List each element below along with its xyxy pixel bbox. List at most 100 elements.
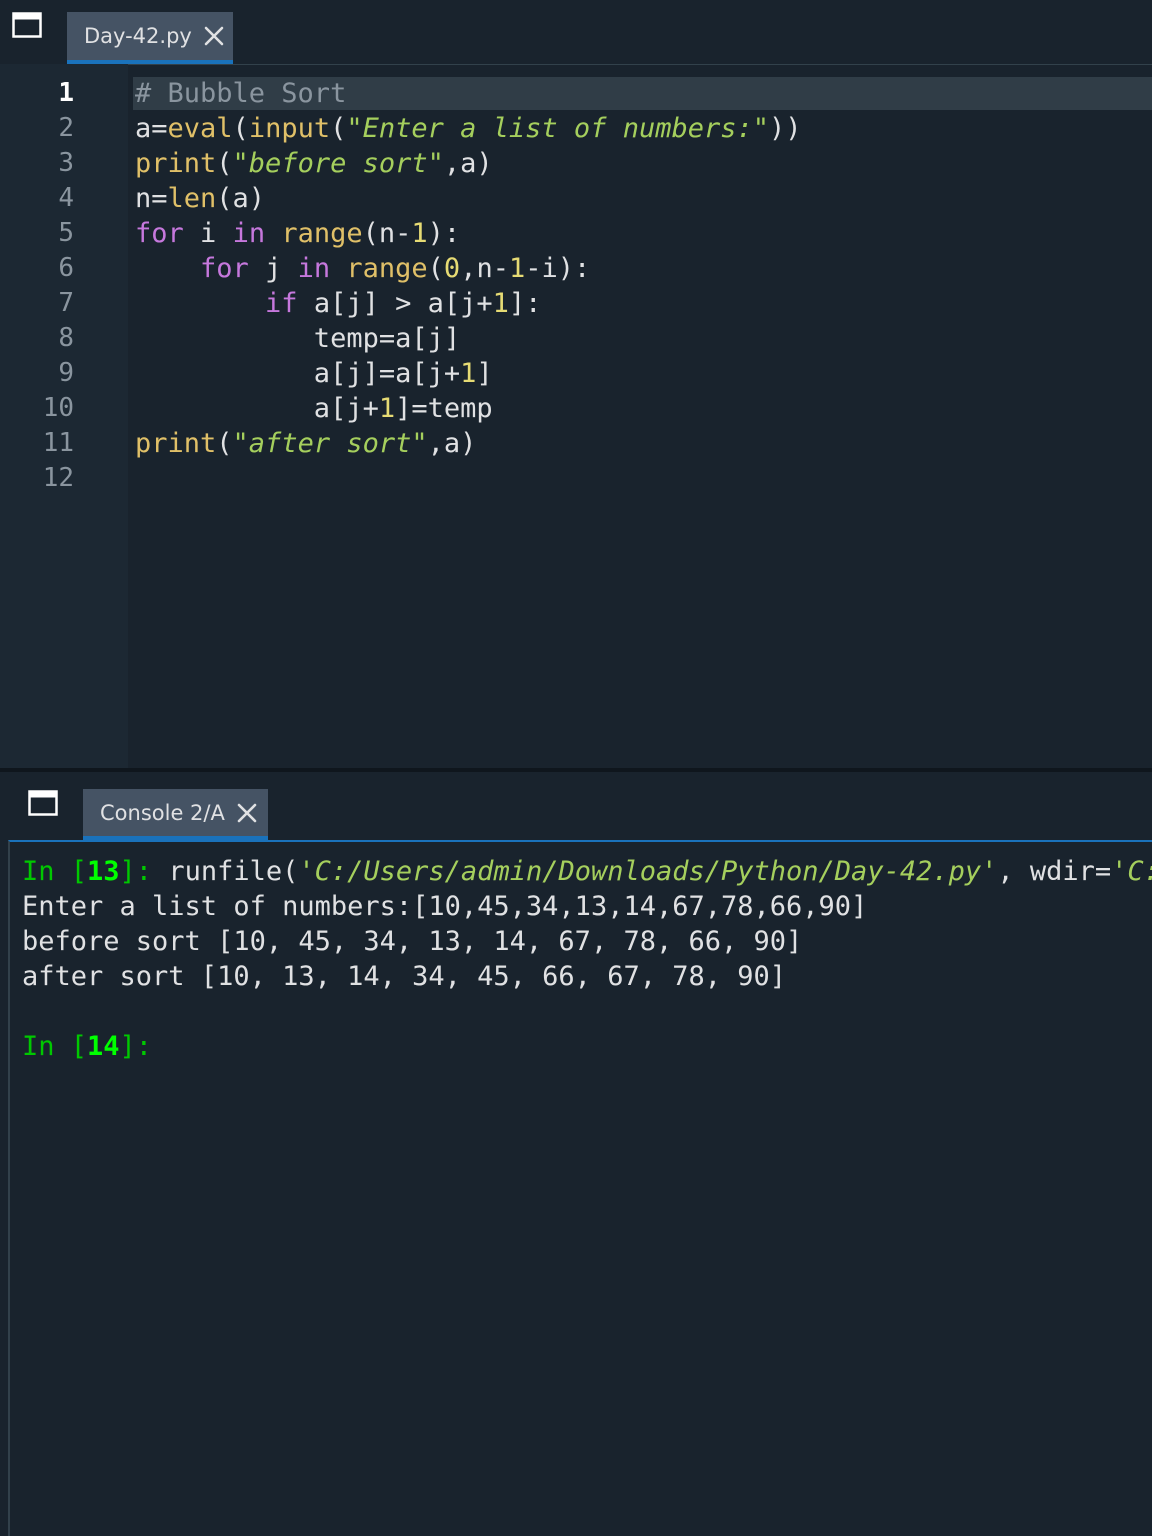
close-icon[interactable] xyxy=(237,803,257,823)
code-token: ,n- xyxy=(460,253,509,284)
tab-label: Day-42.py xyxy=(84,24,192,48)
code-token: a[j]=a[j+ xyxy=(135,358,461,389)
prompt-label: In [ xyxy=(22,856,88,887)
code-line: # Bubble Sort xyxy=(135,76,1152,111)
code-token: ): xyxy=(427,218,461,249)
close-icon[interactable] xyxy=(204,26,224,46)
code-token: range xyxy=(346,253,428,284)
code-token: i xyxy=(183,218,233,249)
line-number: 4 xyxy=(58,183,74,213)
code-line: n=len(a) xyxy=(135,181,1152,216)
code-line: for i in range(n-1): xyxy=(135,216,1152,251)
code-token: in xyxy=(232,218,266,249)
console-code-string: 'C:/Us xyxy=(1111,856,1152,887)
code-line: a[j+1]=temp xyxy=(135,391,1152,426)
code-token: (a) xyxy=(216,183,266,214)
code-line: temp=a[j] xyxy=(135,321,1152,356)
code-token: ,a) xyxy=(443,148,493,179)
code-token: 0 xyxy=(443,253,461,284)
line-numbers: 1 2 3 4 5 6 7 8 9 10 11 12 xyxy=(0,76,74,496)
line-number: 7 xyxy=(58,288,74,318)
code-token: ( xyxy=(427,253,444,284)
code-token: "before sort" xyxy=(232,148,444,179)
code-token: print xyxy=(135,428,217,459)
console-code: , wdir= xyxy=(997,856,1112,887)
line-number: 12 xyxy=(42,463,74,493)
console-output-line: Enter a list of numbers:[10,45,34,13,14,… xyxy=(22,891,868,922)
code-token: (n- xyxy=(362,218,412,249)
code-line: a[j]=a[j+1] xyxy=(135,356,1152,391)
code-token: temp=a[j] xyxy=(135,323,461,354)
prompt-number: 13 xyxy=(87,856,120,887)
code-token: "after sort" xyxy=(232,428,428,459)
console-input-line: In [13]: runfile('C:/Users/admin/Downloa… xyxy=(22,854,1152,889)
console-output-line: before sort [10, 45, 34, 13, 14, 67, 78,… xyxy=(22,926,803,957)
tab-console-2a[interactable]: Console 2/A xyxy=(83,789,268,840)
code-token: a[j] > a[j+ xyxy=(297,288,493,319)
prompt-number: 14 xyxy=(87,1031,120,1062)
code-token: 1 xyxy=(460,358,477,389)
pane-options-icon[interactable] xyxy=(28,790,58,816)
code-line: print("before sort",a) xyxy=(135,146,1152,181)
code-token: 1 xyxy=(508,253,526,284)
code-token: eval xyxy=(167,113,233,144)
line-number: 10 xyxy=(42,393,74,423)
editor-tabbar: Day-42.py xyxy=(0,0,1152,65)
code-token: ( xyxy=(330,113,347,144)
console-tabbar: Console 2/A xyxy=(0,772,1152,840)
code-token: ,a) xyxy=(427,428,477,459)
code-editor[interactable]: # Bubble Sort a=eval(input("Enter a list … xyxy=(135,76,1152,496)
pane-options-icon[interactable] xyxy=(12,12,42,38)
tab-day-42-py[interactable]: Day-42.py xyxy=(67,12,233,64)
prompt-label: ]: xyxy=(119,1031,153,1062)
line-number: 3 xyxy=(58,148,74,178)
editor-pane: Day-42.py 1 2 3 4 5 6 7 8 9 10 11 12 # Bubble Sort a… xyxy=(0,0,1152,768)
code-token: a[j+ xyxy=(135,393,379,424)
line-number: 11 xyxy=(42,428,74,458)
code-line: for j in range(0,n-1-i): xyxy=(135,251,1152,286)
code-token: 1 xyxy=(492,288,509,319)
code-token: ]: xyxy=(508,288,542,319)
code-token: # Bubble Sort xyxy=(135,78,347,109)
code-token: 1 xyxy=(378,393,396,424)
console-output-line: after sort [10, 13, 14, 34, 45, 66, 67, … xyxy=(22,961,787,992)
code-token: n= xyxy=(135,183,168,214)
code-token: ]=temp xyxy=(395,393,493,424)
line-number: 1 xyxy=(58,78,74,108)
code-token: )) xyxy=(769,113,802,144)
code-token: a= xyxy=(135,113,168,144)
code-token: j xyxy=(248,253,298,284)
line-number: 9 xyxy=(58,358,74,388)
code-token: for xyxy=(200,253,249,284)
code-token: -i): xyxy=(525,253,591,284)
line-number: 2 xyxy=(58,113,74,143)
console-lines: In [13]: runfile('C:/Users/admin/Downloa… xyxy=(22,854,1152,1064)
tab-label: Console 2/A xyxy=(100,800,225,825)
code-token: print xyxy=(135,148,217,179)
line-number: 8 xyxy=(58,323,74,353)
prompt-label: ]: xyxy=(119,856,153,887)
line-number: 5 xyxy=(58,218,74,248)
prompt-label: In [ xyxy=(22,1031,88,1062)
code-token: len xyxy=(167,183,217,214)
code-token: 1 xyxy=(411,218,428,249)
console-code-string: 'C:/Users/admin/Downloads/Python/Day-42.… xyxy=(298,856,998,887)
code-token: for xyxy=(135,218,184,249)
code-token: in xyxy=(297,253,331,284)
console-output[interactable]: In [13]: runfile('C:/Users/admin/Downloa… xyxy=(8,840,1152,1536)
code-token: range xyxy=(281,218,363,249)
console-code: runfile( xyxy=(152,856,299,887)
code-token: "Enter a list of numbers:" xyxy=(346,113,769,144)
code-token: ( xyxy=(216,148,233,179)
line-number: 6 xyxy=(58,253,74,283)
code-token: ( xyxy=(216,428,233,459)
code-token: ( xyxy=(232,113,249,144)
code-token: if xyxy=(265,288,298,319)
console-input-line: In [14]: xyxy=(22,1029,1152,1064)
